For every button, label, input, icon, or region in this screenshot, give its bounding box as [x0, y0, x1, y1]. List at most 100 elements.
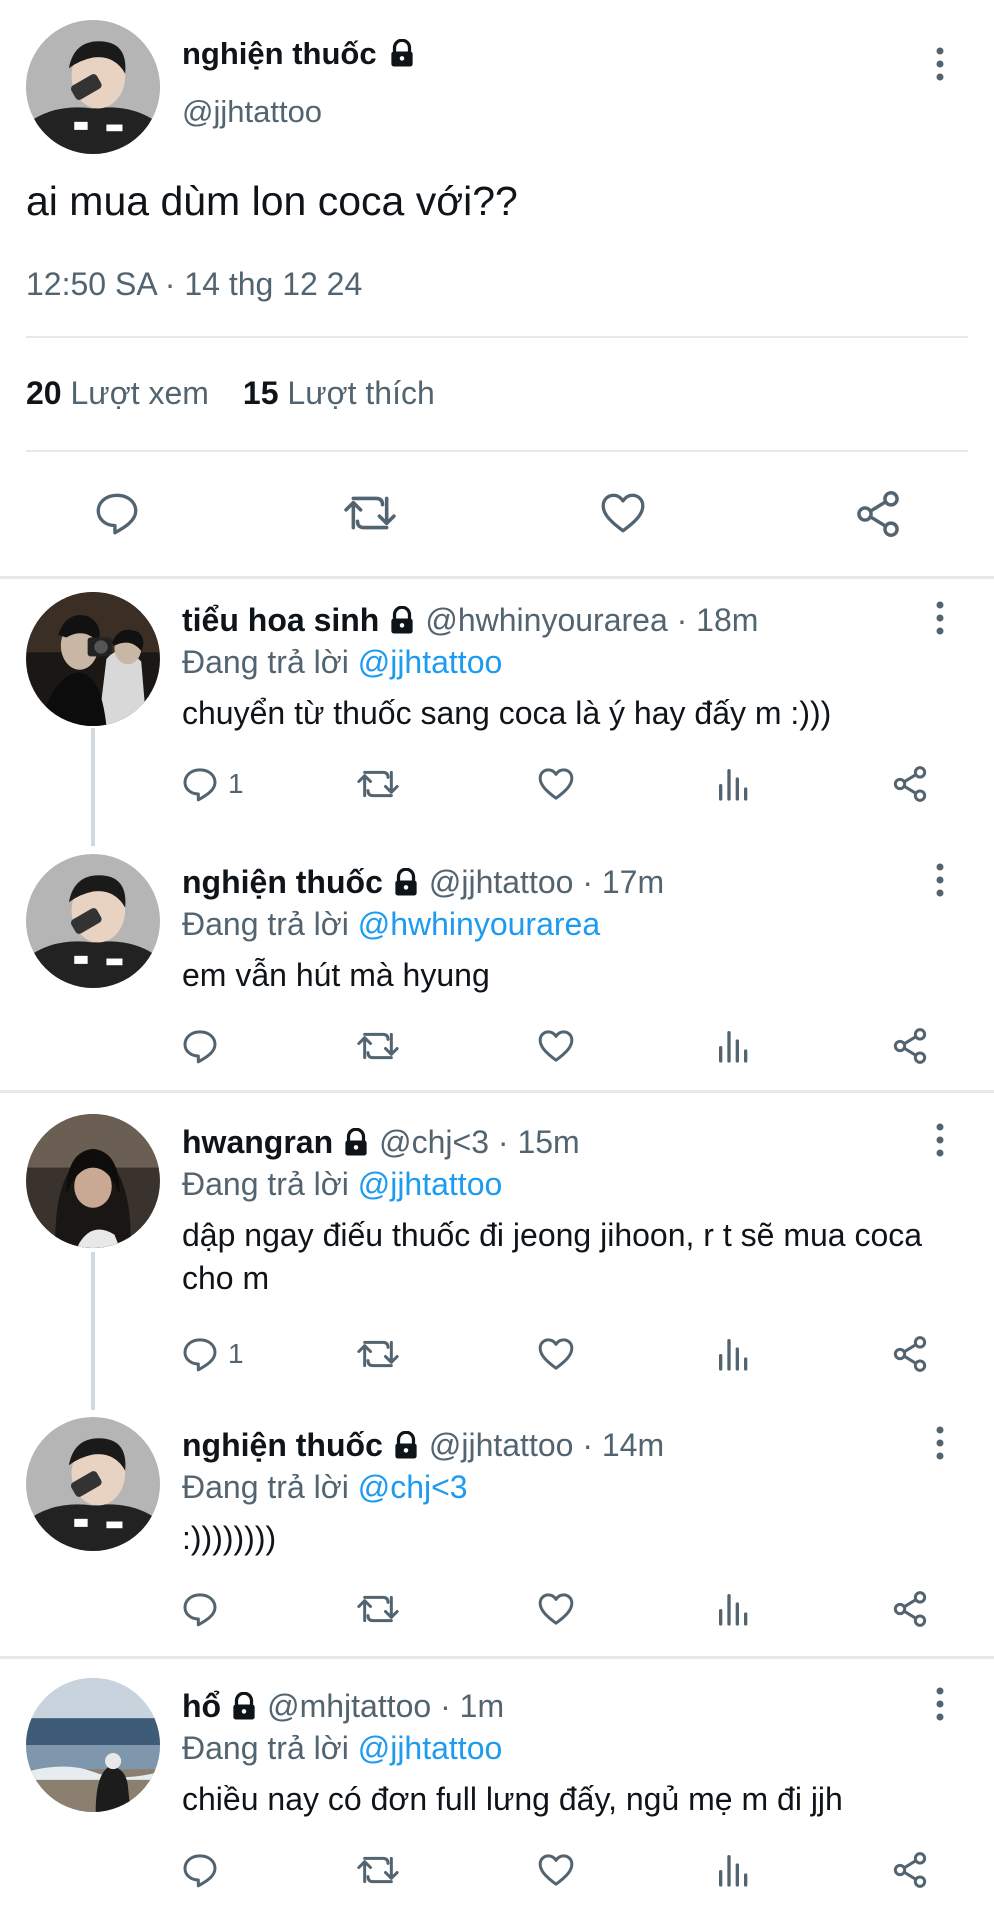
views-button[interactable]	[714, 1026, 754, 1066]
replying-to: Đang trả lời @chj<3	[182, 1469, 468, 1505]
avatar[interactable]	[26, 854, 160, 988]
reply-button[interactable]: 1	[180, 764, 244, 804]
analytics-icon	[719, 1594, 748, 1626]
section-divider	[0, 1090, 994, 1093]
retweet-button[interactable]	[355, 1589, 401, 1629]
like-button[interactable]	[536, 1026, 576, 1066]
author-handle[interactable]: @jjhtattoo	[182, 94, 322, 130]
retweet-button[interactable]	[342, 488, 398, 538]
share-icon	[893, 1336, 927, 1372]
lock-icon	[229, 1691, 259, 1722]
more-options-icon[interactable]	[930, 1684, 950, 1724]
more-options-icon[interactable]	[930, 1120, 950, 1160]
divider	[26, 450, 968, 452]
share-icon	[893, 1028, 927, 1064]
reply-tweet[interactable]: tiểu hoa sinh @hwhinyourarea · 18m Đang …	[0, 588, 994, 840]
avatar[interactable]	[26, 1114, 160, 1248]
reply-tweet[interactable]: nghiện thuốc @jjhtattoo · 17m Đang trả l…	[0, 850, 994, 1086]
retweet-button[interactable]	[355, 1850, 401, 1890]
like-button[interactable]	[536, 764, 576, 804]
like-button[interactable]	[598, 488, 648, 538]
more-options-icon[interactable]	[930, 598, 950, 638]
lock-icon	[391, 1430, 421, 1461]
avatar[interactable]	[26, 1417, 160, 1551]
author-handle[interactable]: @mhjtattoo · 1m	[267, 1688, 504, 1725]
reply-tweet[interactable]: hwangran @chj<3 · 15m Đang trả lời @jjht…	[0, 1110, 994, 1400]
mention-link[interactable]: @chj<3	[358, 1469, 468, 1505]
mention-link[interactable]: @hwhinyourarea	[358, 906, 600, 942]
author-name[interactable]: hwangran	[182, 1124, 333, 1161]
reply-count: 1	[228, 1338, 244, 1369]
section-divider	[0, 576, 994, 579]
reply-icon	[183, 1338, 217, 1372]
like-button[interactable]	[536, 1850, 576, 1890]
avatar-photo-icon	[26, 1114, 160, 1248]
reply-header: hổ @mhjtattoo · 1m	[182, 1688, 504, 1725]
author-name[interactable]: hổ	[182, 1688, 221, 1725]
share-button[interactable]	[890, 764, 930, 804]
like-icon	[538, 768, 574, 800]
lock-icon	[387, 39, 417, 69]
author-handle[interactable]: @chj<3 · 15m	[379, 1124, 580, 1161]
more-options-icon[interactable]	[930, 860, 950, 900]
reply-header: nghiện thuốc @jjhtattoo · 17m	[182, 864, 664, 901]
avatar[interactable]	[26, 592, 160, 726]
reply-tweet[interactable]: hổ @mhjtattoo · 1m Đang trả lời @jjhtatt…	[0, 1674, 994, 1920]
author-name[interactable]: tiểu hoa sinh	[182, 602, 379, 639]
avatar-photo-icon	[26, 592, 160, 726]
retweet-button[interactable]	[355, 1026, 401, 1066]
more-options-icon[interactable]	[930, 1423, 950, 1463]
author-name-row[interactable]: nghiện thuốc	[182, 36, 417, 72]
reply-header: nghiện thuốc @jjhtattoo · 14m	[182, 1427, 664, 1464]
author-name[interactable]: nghiện thuốc	[182, 864, 383, 901]
share-button[interactable]	[890, 1026, 930, 1066]
avatar-photo-icon	[26, 20, 160, 154]
retweet-icon	[357, 1032, 399, 1060]
author-handle[interactable]: @jjhtattoo · 17m	[429, 864, 664, 901]
like-button[interactable]	[536, 1334, 576, 1374]
reply-button[interactable]	[180, 1026, 220, 1066]
author-handle[interactable]: @hwhinyourarea · 18m	[425, 602, 758, 639]
share-icon	[893, 1852, 927, 1888]
reply-icon	[183, 768, 217, 802]
author-handle[interactable]: @jjhtattoo · 14m	[429, 1427, 664, 1464]
avatar[interactable]	[26, 1678, 160, 1812]
more-options-icon[interactable]	[930, 44, 950, 84]
mention-link[interactable]: @jjhtattoo	[358, 1730, 503, 1766]
mention-link[interactable]: @jjhtattoo	[358, 644, 503, 680]
likes-stat[interactable]: 15 Lượt thích	[243, 375, 435, 412]
retweet-button[interactable]	[355, 1334, 401, 1374]
reply-text: em vẫn hút mà hyung	[182, 957, 490, 993]
retweet-button[interactable]	[355, 764, 401, 804]
reply-button[interactable]	[92, 488, 142, 538]
retweet-icon	[357, 1856, 399, 1884]
views-button[interactable]	[714, 1850, 754, 1890]
tweet-timestamp[interactable]: 12:50 SA · 14 thg 12 24	[26, 266, 362, 303]
reply-button[interactable]	[180, 1589, 220, 1629]
replying-to: Đang trả lời @jjhtattoo	[182, 1730, 503, 1766]
retweet-icon	[357, 770, 399, 798]
share-button[interactable]	[890, 1850, 930, 1890]
reply-text: dập ngay điếu thuốc đi jeong jihoon, r t…	[182, 1217, 923, 1296]
views-button[interactable]	[714, 1589, 754, 1629]
reply-button[interactable]	[180, 1850, 220, 1890]
mention-link[interactable]: @jjhtattoo	[358, 1166, 503, 1202]
author-name[interactable]: nghiện thuốc	[182, 1427, 383, 1464]
views-button[interactable]	[714, 764, 754, 804]
retweet-icon	[357, 1595, 399, 1623]
share-button[interactable]	[890, 1589, 930, 1629]
share-button[interactable]	[852, 488, 904, 540]
share-button[interactable]	[890, 1334, 930, 1374]
avatar[interactable]	[26, 20, 160, 154]
reply-text: chiều nay có đơn full lưng đấy, ngủ mẹ m…	[182, 1781, 843, 1817]
like-button[interactable]	[536, 1589, 576, 1629]
share-icon	[893, 766, 927, 802]
reply-tweet[interactable]: nghiện thuốc @jjhtattoo · 14m Đang trả l…	[0, 1413, 994, 1649]
views-button[interactable]	[714, 1334, 754, 1374]
replying-to: Đang trả lời @jjhtattoo	[182, 1166, 503, 1202]
author-name[interactable]: nghiện thuốc	[182, 36, 377, 72]
reply-count: 1	[228, 768, 244, 799]
reply-icon	[183, 1854, 217, 1888]
views-stat[interactable]: 20 Lượt xem	[26, 375, 209, 412]
reply-button[interactable]: 1	[180, 1334, 244, 1374]
